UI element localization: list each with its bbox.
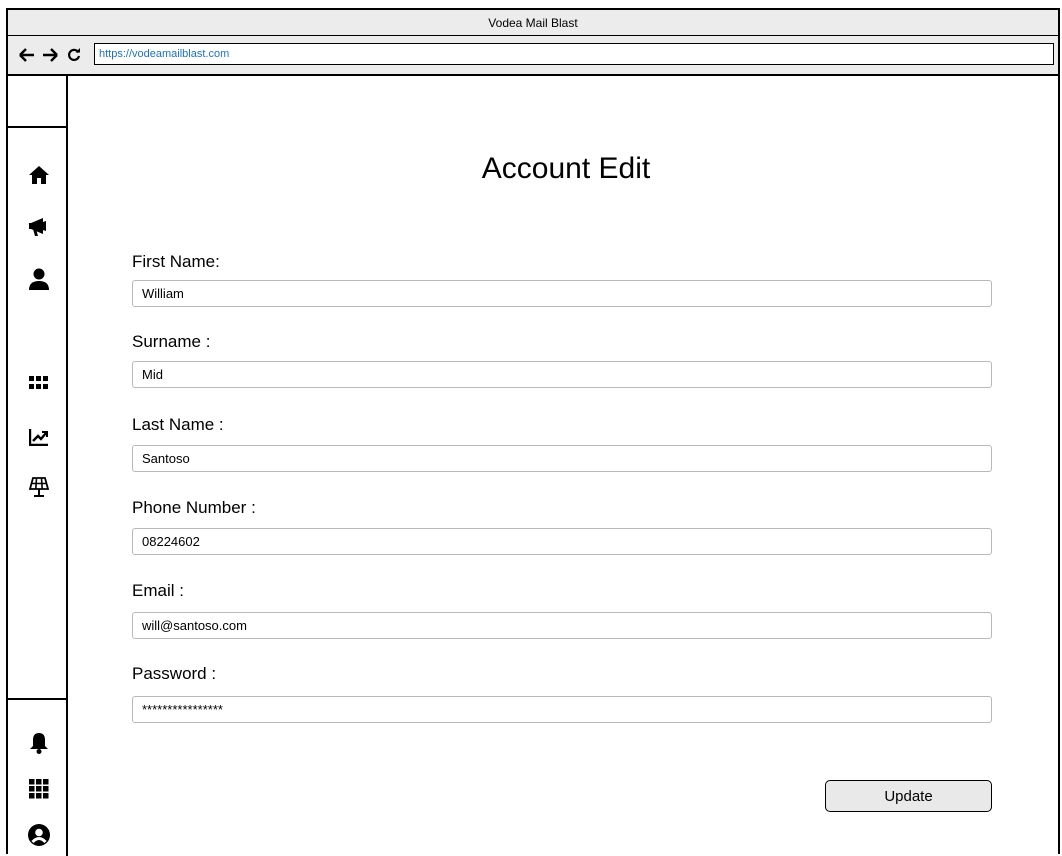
browser-navbar: https://vodeamailblast.com: [8, 36, 1058, 76]
first-name-label: First Name:: [132, 252, 220, 271]
last-name-label: Last Name :: [132, 415, 224, 434]
phone-number-label: Phone Number :: [132, 498, 256, 517]
user-circle-icon[interactable]: [28, 824, 50, 846]
reload-icon[interactable]: [65, 46, 83, 64]
phone-number-input[interactable]: [132, 528, 992, 555]
surname-label: Surname :: [132, 332, 211, 351]
bell-icon[interactable]: [28, 732, 50, 754]
window-titlebar: Vodea Mail Blast: [8, 10, 1058, 36]
url-bar[interactable]: https://vodeamailblast.com: [94, 43, 1054, 65]
solar-panel-icon[interactable]: [28, 476, 50, 498]
email-label: Email :: [132, 581, 184, 600]
megaphone-icon[interactable]: [28, 216, 50, 238]
page-title: Account Edit: [481, 152, 651, 185]
email-input[interactable]: [132, 612, 992, 639]
surname-input[interactable]: [132, 361, 992, 388]
home-icon[interactable]: [28, 164, 50, 186]
password-input[interactable]: [132, 696, 992, 723]
arrow-left-icon[interactable]: [18, 46, 36, 64]
sidebar-divider: [8, 698, 68, 700]
sidebar: [8, 76, 68, 856]
sidebar-divider: [8, 126, 68, 128]
last-name-input[interactable]: [132, 445, 992, 472]
chart-line-icon[interactable]: [28, 426, 50, 448]
user-icon[interactable]: [28, 268, 50, 290]
browser-window: Vodea Mail Blast https://vodeamailblast.…: [6, 8, 1060, 856]
password-label: Password :: [132, 664, 217, 683]
apps-grid-icon[interactable]: [28, 778, 50, 800]
arrow-right-icon[interactable]: [41, 46, 59, 64]
update-button[interactable]: Update: [825, 780, 992, 812]
grid-icon[interactable]: [28, 372, 50, 394]
first-name-input[interactable]: [132, 280, 992, 307]
